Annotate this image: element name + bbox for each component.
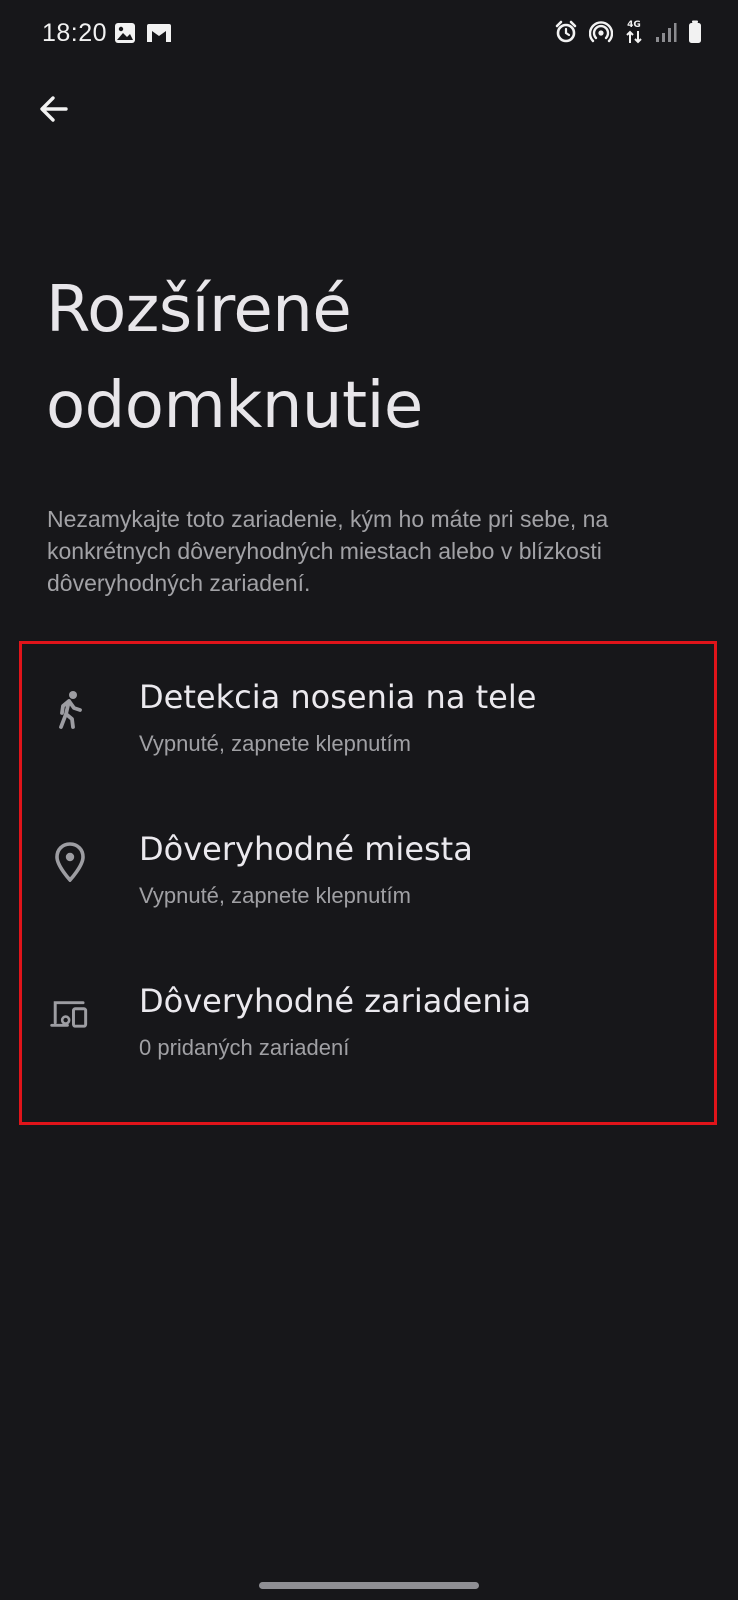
setting-item-trusted-places[interactable]: Dôveryhodné miesta Vypnuté, zapnete klep… — [22, 802, 714, 942]
gmail-icon — [147, 24, 171, 42]
setting-subtitle: Vypnuté, zapnete klepnutím — [139, 883, 411, 908]
setting-item-on-body-detection[interactable]: Detekcia nosenia na tele Vypnuté, zapnet… — [22, 650, 714, 790]
setting-title: Dôveryhodné zariadenia — [139, 982, 532, 1020]
network-4g-icon: 4G — [624, 20, 644, 44]
location-pin-icon — [50, 842, 90, 882]
network-type-label: 4G — [627, 20, 641, 30]
devices-icon — [50, 994, 90, 1034]
status-bar: 18:20 4G — [0, 0, 738, 70]
status-notification-icons — [114, 22, 172, 44]
arrow-back-icon — [40, 96, 68, 122]
setting-subtitle: Vypnuté, zapnete klepnutím — [139, 731, 411, 756]
page-title: Rozšírené odomknutie — [46, 273, 423, 443]
setting-title: Detekcia nosenia na tele — [139, 678, 537, 716]
gallery-icon — [115, 23, 135, 43]
walking-person-icon — [50, 690, 90, 730]
page-description: Nezamykajte toto zariadenie, kým ho máte… — [47, 506, 609, 596]
back-button[interactable] — [30, 85, 78, 133]
alarm-icon — [555, 20, 577, 43]
status-time: 18:20 — [42, 19, 108, 47]
setting-title: Dôveryhodné miesta — [139, 830, 473, 868]
status-system-icons: 4G — [554, 20, 702, 44]
gesture-nav-handle[interactable] — [259, 1582, 479, 1589]
setting-subtitle: 0 pridaných zariadení — [139, 1035, 350, 1060]
setting-item-trusted-devices[interactable]: Dôveryhodné zariadenia 0 pridaných zaria… — [22, 954, 714, 1094]
hotspot-icon — [589, 21, 613, 43]
signal-icon — [656, 23, 677, 42]
battery-icon — [689, 20, 701, 43]
